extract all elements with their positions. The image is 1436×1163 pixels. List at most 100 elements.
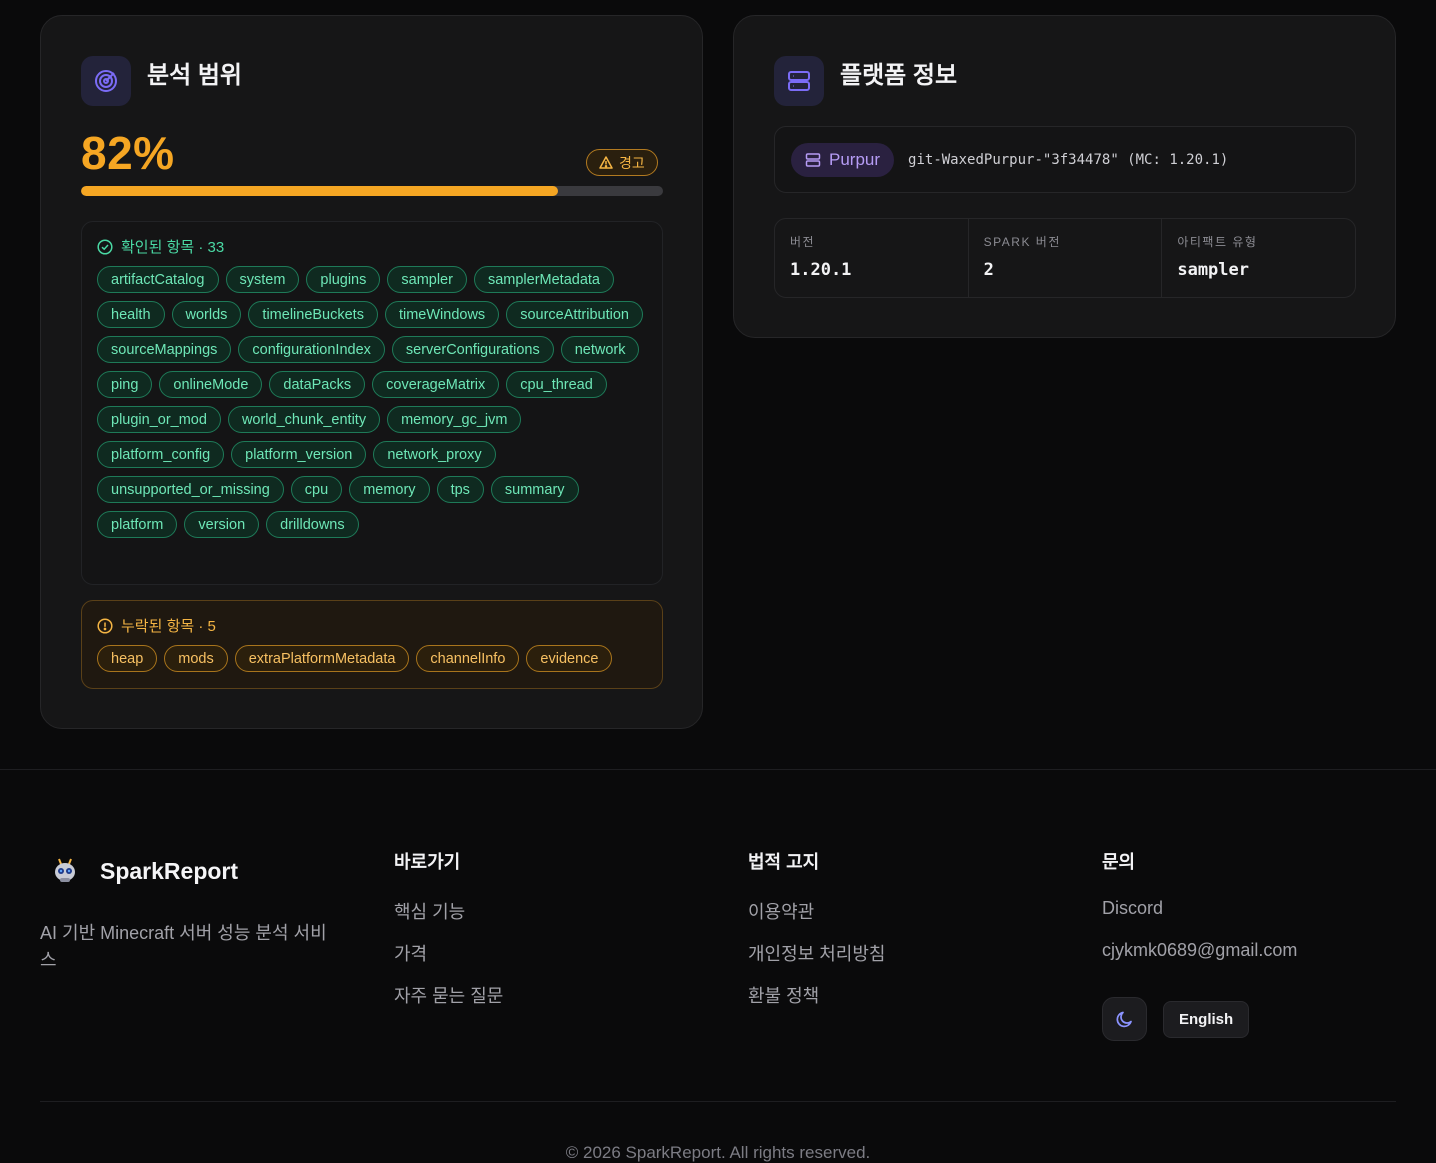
confirmed-item-tag: samplerMetadata: [473, 266, 614, 293]
confirmed-item-tag: memory_gc_jvm: [387, 406, 522, 433]
missing-item-tag: heap: [97, 645, 158, 672]
missing-label: 누락된 항목 · 5: [121, 618, 216, 635]
footer-link-email[interactable]: cjykmk0689@gmail.com: [1102, 940, 1297, 982]
confirmed-item-tag: tps: [436, 476, 484, 503]
theme-toggle-button[interactable]: [1102, 997, 1147, 1041]
alert-circle-icon: [97, 617, 113, 634]
footer-link-privacy[interactable]: 개인정보 처리방침: [748, 940, 885, 982]
platform-row: Purpur git-WaxedPurpur-"3f34478" (MC: 1.…: [774, 126, 1356, 193]
coverage-progress-bar: [81, 186, 663, 196]
confirmed-item-tag: network_proxy: [373, 441, 496, 468]
spark-robot-logo-icon: [55, 858, 75, 882]
stat-value: 2: [983, 260, 994, 280]
footer-bottom-divider: [40, 1101, 1396, 1102]
footer-contact-title: 문의: [1102, 852, 1136, 872]
footer-tagline: AI 기반 Minecraft 서버 성능 분석 서비스: [40, 923, 327, 970]
confirmed-item-tag: cpu: [290, 476, 343, 503]
footer-link-refund[interactable]: 환불 정책: [748, 982, 885, 1024]
confirmed-item-tag: world_chunk_entity: [227, 406, 381, 433]
missing-items-box: 누락된 항목 · 5 heap mods extraPlatformMetadata…: [81, 600, 663, 689]
confirmed-item-tag: coverageMatrix: [372, 371, 500, 398]
confirmed-item-tag: platform_config: [97, 441, 225, 468]
platform-card: 플랫폼 정보 Purpur git-WaxedPurpur-"3f34478" …: [733, 15, 1396, 338]
platform-header: 플랫폼 정보: [774, 56, 957, 106]
confirmed-item-tag: version: [184, 511, 260, 538]
confirmed-item-tag: configurationIndex: [238, 336, 385, 363]
copyright: © 2026 SparkReport. All rights reserved.: [565, 1143, 871, 1162]
coverage-percent: 82%: [81, 127, 175, 179]
confirmed-item-tag: timeWindows: [384, 301, 500, 328]
confirmed-item-tag: plugins: [306, 266, 381, 293]
confirmed-item-tag: dataPacks: [269, 371, 366, 398]
footer-link-faq[interactable]: 자주 묻는 질문: [394, 982, 503, 1024]
missing-header: 누락된 항목 · 5: [97, 615, 647, 636]
confirmed-item-tag: ping: [97, 371, 153, 398]
warning-triangle-icon: [599, 156, 613, 169]
coverage-progress-fill: [81, 186, 559, 196]
confirmed-header: 확인된 항목 · 33: [97, 236, 647, 257]
stat-artifact-type: 아티팩트 유형 sampler: [1162, 219, 1355, 297]
stat-label: SPARK 버전: [983, 235, 1061, 249]
platform-build: git-WaxedPurpur-"3f34478" (MC: 1.20.1): [908, 151, 1229, 168]
stat-spark-version: SPARK 버전 2: [969, 219, 1163, 297]
footer-nav-title: 바로가기: [394, 852, 461, 872]
confirmed-item-tag: serverConfigurations: [391, 336, 554, 363]
stat-label: 버전: [790, 235, 816, 249]
confirmed-item-tag: sampler: [387, 266, 467, 293]
confirmed-item-tag: cpu_thread: [506, 371, 607, 398]
confirmed-item-tag: platform: [97, 511, 178, 538]
stat-version: 버전 1.20.1: [775, 219, 969, 297]
server-small-icon: [805, 152, 821, 167]
stat-label: 아티팩트 유형: [1177, 235, 1258, 249]
confirmed-label: 확인된 항목 · 33: [121, 239, 225, 256]
radar-target-icon: [81, 56, 131, 106]
missing-item-tag: extraPlatformMetadata: [234, 645, 410, 672]
confirmed-item-tag: sourceAttribution: [506, 301, 643, 328]
confirmed-item-tag: unsupported_or_missing: [97, 476, 284, 503]
confirmed-item-tag: system: [225, 266, 300, 293]
footer-nav-column: 바로가기 핵심 기능 가격 자주 묻는 질문: [394, 848, 503, 1024]
platform-title: 플랫폼 정보: [840, 61, 958, 89]
footer-contact-column: 문의 Discord cjykmk0689@gmail.com: [1102, 848, 1297, 982]
footer-link-discord[interactable]: Discord: [1102, 898, 1297, 940]
footer-legal-title: 법적 고지: [748, 852, 820, 872]
stat-value: 1.20.1: [790, 260, 852, 280]
confirmed-item-tag: plugin_or_mod: [97, 406, 221, 433]
server-icon: [774, 56, 824, 106]
confirmed-items-box: 확인된 항목 · 33 artifactCatalog system plugins…: [81, 221, 663, 585]
confirmed-item-tag: worlds: [171, 301, 242, 328]
moon-icon: [1116, 1011, 1132, 1028]
confirmed-item-tag: summary: [490, 476, 579, 503]
confirmed-tag-list: artifactCatalog system plugins sampler sampl…: [97, 266, 647, 538]
footer-link-terms[interactable]: 이용약관: [748, 898, 885, 940]
missing-item-tag: channelInfo: [416, 645, 520, 672]
coverage-card: 분석 범위 82% 경고 확인된 항목 · 33 artifactCatalog…: [40, 15, 703, 729]
missing-item-tag: mods: [164, 645, 228, 672]
brand-name: SparkReport: [100, 857, 239, 884]
confirmed-item-tag: drilldowns: [266, 511, 359, 538]
platform-name-pill: Purpur: [791, 142, 895, 177]
footer-controls: English: [1102, 997, 1250, 1041]
confirmed-item-tag: timelineBuckets: [248, 301, 378, 328]
footer-link-features[interactable]: 핵심 기능: [394, 898, 503, 940]
confirmed-item-tag: sourceMappings: [97, 336, 232, 363]
footer-divider: [0, 769, 1436, 770]
platform-stats: 버전 1.20.1 SPARK 버전 2 아티팩트 유형 sampler: [774, 218, 1356, 298]
coverage-title: 분석 범위: [147, 61, 242, 89]
footer-link-pricing[interactable]: 가격: [394, 940, 503, 982]
confirmed-item-tag: network: [560, 336, 640, 363]
footer-legal-column: 법적 고지 이용약관 개인정보 처리방침 환불 정책: [748, 848, 885, 1024]
warning-label: 경고: [619, 154, 645, 171]
missing-item-tag: evidence: [526, 645, 613, 672]
platform-name: Purpur: [829, 149, 881, 169]
confirmed-item-tag: onlineMode: [159, 371, 263, 398]
confirmed-item-tag: health: [97, 301, 165, 328]
warning-badge: 경고: [586, 149, 658, 176]
language-button[interactable]: English: [1163, 1000, 1250, 1038]
confirmed-item-tag: memory: [349, 476, 430, 503]
confirmed-item-tag: platform_version: [231, 441, 367, 468]
confirmed-item-tag: artifactCatalog: [97, 266, 219, 293]
stat-value: sampler: [1177, 260, 1249, 280]
footer-brand[interactable]: SparkReport: [50, 856, 238, 886]
check-circle-icon: [97, 238, 113, 255]
